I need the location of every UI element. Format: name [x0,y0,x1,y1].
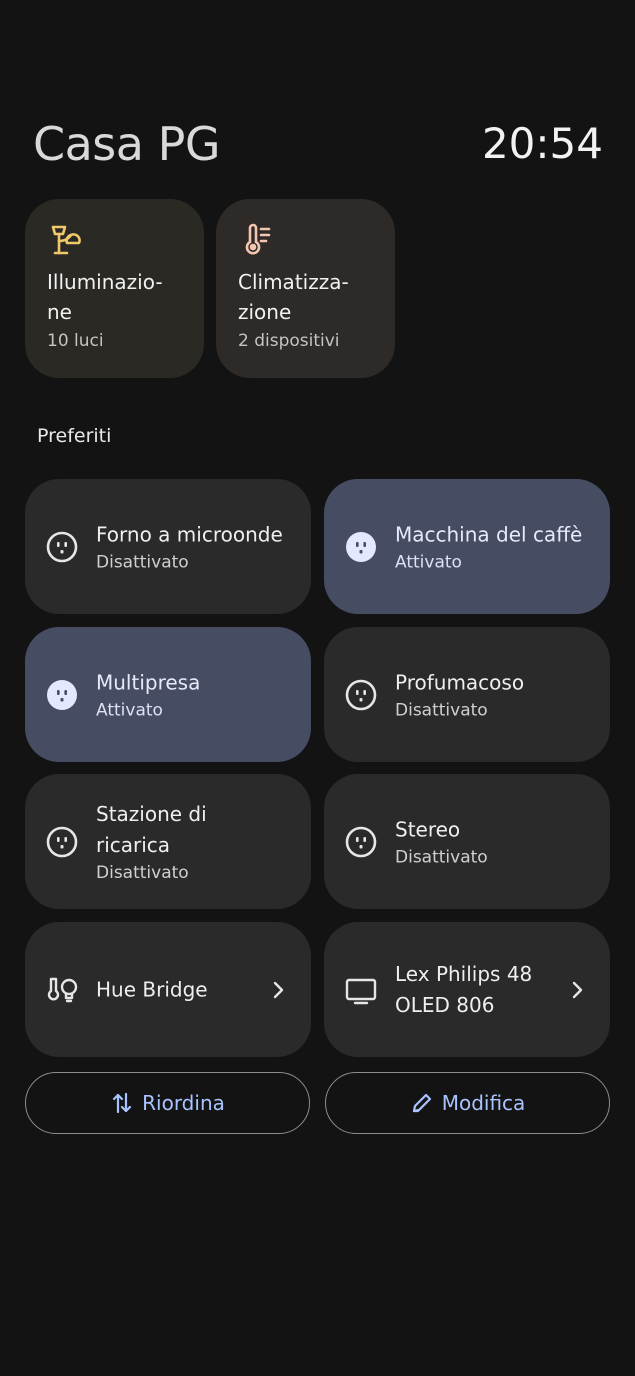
category-card-lighting[interactable]: Illuminazio- ne 10 luci [25,199,204,378]
outlet-icon [345,679,377,710]
outlet-icon [46,531,78,562]
reorder-button[interactable]: Riordina [25,1072,310,1134]
outlet-icon [345,826,377,857]
hub-icon [47,977,78,1002]
outlet-icon [46,826,78,857]
category-subtitle: 2 dispositivi [238,331,340,351]
tile-state: Disattivato [96,552,189,572]
tile-name: Hue Bridge [96,977,208,1001]
tile-name: Stereo [395,817,461,841]
tile-state: Disattivato [395,847,488,867]
tile-state: Disattivato [96,862,189,883]
tile-lex-philips-tv[interactable]: Lex Philips 48 OLED 806 [324,922,610,1057]
header: Casa PG 20:54 [33,112,603,176]
outlet-icon [346,531,376,562]
chevron-right-icon [273,981,284,998]
tile-name: Lex Philips 48 OLED 806 [395,961,533,1017]
tile-texts: Stazione di ricarica Disattivato [96,799,271,885]
category-title: Illuminazio- ne [47,270,163,324]
tile-forno-a-microonde[interactable]: Forno a microonde Disattivato [25,479,311,614]
edit-label: Modifica [441,1091,526,1115]
tile-macchina-del-caffe[interactable]: Macchina del caffè Attivato [324,479,610,614]
category-subtitle: 10 luci [47,331,104,351]
tile-hue-bridge[interactable]: Hue Bridge [25,922,311,1057]
tv-icon [345,978,377,1004]
tile-state: Attivato [96,700,163,720]
reorder-label: Riordina [142,1091,225,1115]
chevron-right-icon [572,981,583,998]
tile-texts: Macchina del caffè Attivato [395,519,594,574]
tile-name: Profumacoso [395,670,525,694]
tile-profumacoso[interactable]: Profumacoso Disattivato [324,627,610,762]
home-title[interactable]: Casa PG [33,112,220,176]
tile-stereo[interactable]: Stereo Disattivato [324,774,610,909]
clock: 20:54 [481,119,603,168]
tile-state: Attivato [395,552,462,572]
edit-button[interactable]: Modifica [325,1072,610,1134]
outlet-icon [47,679,77,710]
pencil-icon [412,1093,431,1113]
tile-texts: Hue Bridge [96,974,267,1005]
tile-state: Disattivato [395,700,488,720]
category-card-climate[interactable]: Climatizza- zione 2 dispositivi [216,199,395,378]
tile-name: Stazione di ricarica [96,801,207,857]
tile-stazione-di-ricarica[interactable]: Stazione di ricarica Disattivato [25,774,311,909]
tile-name: Macchina del caffè [395,522,583,546]
favorites-label: Preferiti [37,425,112,447]
tile-texts: Profumacoso Disattivato [395,667,594,722]
thermostat-icon [245,223,271,255]
reorder-icon [113,1092,132,1114]
tile-texts: Stereo Disattivato [395,814,594,869]
tile-texts: Lex Philips 48 OLED 806 [395,959,566,1021]
tile-texts: Forno a microonde Disattivato [96,519,295,574]
lamp-icon [51,225,81,255]
tile-multipresa[interactable]: Multipresa Attivato [25,627,311,762]
tile-name: Forno a microonde [96,522,283,546]
tile-name: Multipresa [96,670,201,694]
tile-texts: Multipresa Attivato [96,667,295,722]
category-title: Climatizza- zione [238,270,349,324]
